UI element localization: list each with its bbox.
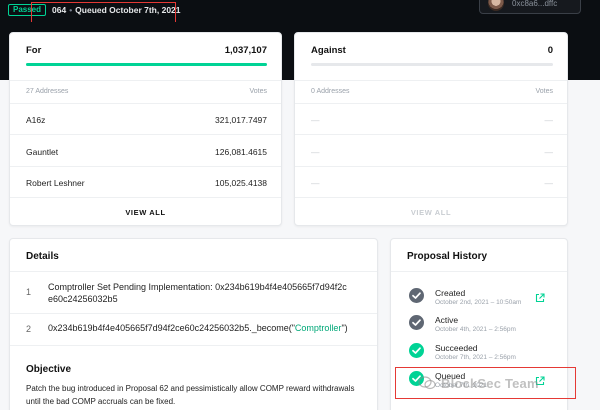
action-description: 0x234b619b4f4e405665f7d94f2ce60c24256032…: [48, 322, 348, 334]
details-card: Details 1 Comptroller Set Pending Implem…: [9, 238, 378, 410]
divider: [295, 134, 567, 135]
votes-against-card: Against 0 0 Addresses Votes — — — — — — …: [294, 32, 568, 226]
divider: [10, 134, 281, 135]
account-button[interactable]: 0xc8a6...dffc: [479, 0, 581, 14]
voter-name[interactable]: Gauntlet: [26, 147, 58, 157]
divider: [10, 197, 281, 198]
details-title: Details: [26, 251, 59, 262]
divider: [10, 80, 281, 81]
history-item-active: Active October 4th, 2021 – 2:56pm: [409, 315, 589, 339]
action-description: Comptroller Set Pending Implementation: …: [48, 281, 347, 305]
divider: [10, 313, 377, 314]
divider: [10, 345, 377, 346]
divider: [10, 103, 281, 104]
view-all-for-button[interactable]: VIEW ALL: [10, 208, 281, 217]
addresses-count: 0 Addresses: [311, 88, 350, 95]
voter-name[interactable]: Robert Leshner: [26, 178, 85, 188]
check-circle-icon: [409, 343, 424, 358]
divider: [295, 103, 567, 104]
external-link-icon[interactable]: [535, 290, 545, 303]
empty-voter-name: —: [311, 178, 320, 188]
annotation-box-header: [31, 2, 176, 24]
check-circle-icon: [409, 315, 424, 330]
voter-name[interactable]: A16z: [26, 115, 45, 125]
action-call-end: "): [341, 323, 348, 333]
empty-voter-votes: —: [544, 147, 554, 157]
history-item-succeeded: Succeeded October 7th, 2021 – 2:56pm: [409, 343, 589, 367]
avatar: [488, 0, 504, 11]
history-item-created: Created October 2nd, 2021 – 10:50am: [409, 288, 589, 312]
voter-votes: 105,025.4138: [215, 178, 267, 188]
voter-votes: 321,017.7497: [215, 115, 267, 125]
divider: [10, 166, 281, 167]
history-date: October 4th, 2021 – 2:56pm: [435, 326, 516, 333]
objective-title: Objective: [26, 364, 72, 375]
history-date: October 2nd, 2021 – 10:50am: [435, 299, 522, 306]
addresses-count: 27 Addresses: [26, 88, 69, 95]
empty-voter-name: —: [311, 147, 320, 157]
action-line: Comptroller Set Pending Implementation: …: [48, 282, 347, 292]
empty-voter-votes: —: [544, 115, 554, 125]
divider: [295, 197, 567, 198]
history-label: Active: [435, 315, 459, 325]
view-all-against-button[interactable]: VIEW ALL: [295, 208, 567, 217]
divider: [391, 271, 567, 272]
divider: [10, 271, 377, 272]
empty-voter-name: —: [311, 115, 320, 125]
history-date: October 7th, 2021 – 2:56pm: [435, 354, 516, 361]
proposal-history-title: Proposal History: [407, 251, 488, 262]
wechat-logo-icon: [418, 376, 436, 390]
divider: [295, 80, 567, 81]
votes-for-total: 1,037,107: [224, 45, 267, 56]
action-call: 0x234b619b4f4e405665f7d94f2ce60c24256032…: [48, 323, 295, 333]
votes-against-total: 0: [547, 45, 553, 56]
votes-for-card: For 1,037,107 27 Addresses Votes A16z 32…: [9, 32, 282, 226]
votes-column-header: Votes: [249, 88, 267, 95]
action-index: 2: [26, 324, 32, 334]
votes-for-title: For: [26, 45, 42, 56]
votes-against-bar: [311, 63, 553, 66]
check-circle-icon: [409, 288, 424, 303]
objective-text: Patch the bug introduced in Proposal 62 …: [26, 384, 355, 406]
action-index: 1: [26, 287, 32, 297]
empty-voter-votes: —: [544, 178, 554, 188]
watermark: BlockSec Team: [441, 376, 539, 391]
account-address: 0xc8a6...dffc: [512, 0, 558, 8]
voter-votes: 126,081.4615: [215, 147, 267, 157]
votes-for-bar: [26, 63, 267, 66]
top-bar: Passed 064 • Queued October 7th, 2021 0xc8…: [0, 0, 600, 24]
divider: [295, 166, 567, 167]
votes-column-header: Votes: [535, 88, 553, 95]
action-line: e60c24256032b5: [48, 294, 118, 304]
history-label: Succeeded: [435, 343, 478, 353]
comptroller-link[interactable]: Comptroller: [295, 323, 342, 333]
history-label: Created: [435, 288, 466, 298]
votes-against-title: Against: [311, 45, 346, 56]
votes-for-bar-fill: [26, 63, 267, 66]
